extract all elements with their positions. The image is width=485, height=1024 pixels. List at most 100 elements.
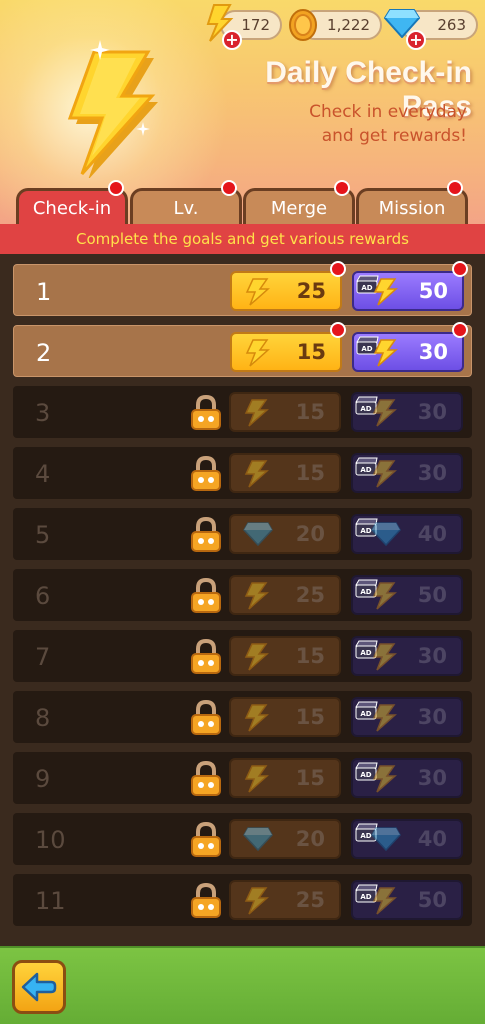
free-reward-button[interactable]: 20 bbox=[229, 819, 341, 859]
ad-reward-button[interactable]: AD 50 bbox=[352, 271, 464, 311]
reward-row[interactable]: 5 20 AD 40 bbox=[13, 508, 472, 560]
free-reward-button[interactable]: 15 bbox=[230, 332, 342, 372]
reward-row[interactable]: 7 15 AD 30 bbox=[13, 630, 472, 682]
notification-dot bbox=[108, 180, 124, 196]
ad-reward-button[interactable]: AD 30 bbox=[351, 392, 463, 432]
reward-row[interactable]: 10 20 AD 40 bbox=[13, 813, 472, 865]
back-button[interactable] bbox=[12, 960, 66, 1014]
lock-icon bbox=[191, 822, 221, 857]
day-number: 5 bbox=[35, 521, 51, 549]
bolt-icon bbox=[372, 582, 397, 610]
bolt-icon bbox=[244, 582, 269, 610]
day-number: 10 bbox=[35, 826, 66, 854]
page-subtitle: Check in everyday and get rewards! bbox=[207, 100, 467, 148]
bolt-icon bbox=[244, 887, 269, 915]
ad-reward-amount: 30 bbox=[417, 400, 447, 424]
reward-row[interactable]: 11 25 AD 50 bbox=[13, 874, 472, 926]
lock-icon bbox=[191, 883, 221, 918]
banner-text: Complete the goals and get various rewar… bbox=[76, 230, 409, 248]
free-reward-amount: 25 bbox=[296, 279, 326, 303]
tab-label: Lv. bbox=[173, 198, 199, 219]
ad-reward-amount: 50 bbox=[418, 279, 448, 303]
tab-label: Merge bbox=[270, 198, 328, 219]
ad-reward-button[interactable]: AD 40 bbox=[351, 514, 463, 554]
bolt-icon bbox=[373, 339, 398, 367]
day-number: 8 bbox=[35, 704, 51, 732]
day-number: 2 bbox=[36, 339, 52, 367]
ad-reward-amount: 30 bbox=[418, 340, 448, 364]
free-reward-button[interactable]: 15 bbox=[229, 636, 341, 676]
ad-reward-button[interactable]: AD 30 bbox=[351, 697, 463, 737]
ad-reward-amount: 30 bbox=[417, 461, 447, 485]
ad-reward-button[interactable]: AD 50 bbox=[351, 575, 463, 615]
gem-icon bbox=[371, 522, 401, 547]
day-number: 1 bbox=[36, 278, 52, 306]
free-reward-amount: 15 bbox=[295, 400, 325, 424]
free-reward-amount: 20 bbox=[295, 827, 325, 851]
reward-row[interactable]: 2 15 AD 30 bbox=[13, 322, 472, 377]
gems-value: 263 bbox=[437, 16, 466, 34]
free-reward-button[interactable]: 25 bbox=[229, 880, 341, 920]
bolt-icon bbox=[372, 765, 397, 793]
back-arrow-icon bbox=[21, 972, 57, 1002]
ad-reward-button[interactable]: AD 40 bbox=[351, 819, 463, 859]
free-reward-button[interactable]: 15 bbox=[229, 392, 341, 432]
free-reward-amount: 15 bbox=[295, 461, 325, 485]
claim-dot bbox=[330, 261, 346, 277]
free-reward-button[interactable]: 20 bbox=[229, 514, 341, 554]
bolt-icon bbox=[245, 278, 270, 306]
ad-reward-amount: 40 bbox=[417, 522, 447, 546]
reward-row[interactable]: 3 15 AD 30 bbox=[13, 386, 472, 438]
ad-reward-amount: 40 bbox=[417, 827, 447, 851]
free-reward-button[interactable]: 15 bbox=[229, 697, 341, 737]
reward-row[interactable]: 8 15 AD 30 bbox=[13, 691, 472, 743]
ad-reward-amount: 50 bbox=[417, 583, 447, 607]
lock-icon bbox=[191, 517, 221, 552]
reward-row[interactable]: 4 15 AD 30 bbox=[13, 447, 472, 499]
free-reward-amount: 25 bbox=[295, 583, 325, 607]
free-reward-amount: 20 bbox=[295, 522, 325, 546]
gem-icon bbox=[243, 522, 273, 547]
reward-row[interactable]: 6 25 AD 50 bbox=[13, 569, 472, 621]
add-energy-button[interactable]: + bbox=[222, 30, 242, 50]
day-number: 6 bbox=[35, 582, 51, 610]
ad-reward-button[interactable]: AD 30 bbox=[352, 332, 464, 372]
free-reward-amount: 15 bbox=[295, 766, 325, 790]
day-number: 3 bbox=[35, 399, 51, 427]
free-reward-button[interactable]: 15 bbox=[229, 453, 341, 493]
claim-dot bbox=[452, 261, 468, 277]
gem-icon bbox=[243, 827, 273, 852]
free-reward-button[interactable]: 15 bbox=[229, 758, 341, 798]
free-reward-amount: 25 bbox=[295, 888, 325, 912]
free-reward-amount: 15 bbox=[295, 705, 325, 729]
sparkle-icon bbox=[90, 40, 110, 60]
bolt-icon bbox=[244, 460, 269, 488]
reward-list[interactable]: 1 25 AD 50 2 15 AD 30 3 15 AD 30 4 15 AD 30 5 20 AD 40 6 25 AD… bbox=[0, 256, 485, 946]
ad-reward-button[interactable]: AD 30 bbox=[351, 758, 463, 798]
free-reward-button[interactable]: 25 bbox=[230, 271, 342, 311]
ad-reward-button[interactable]: AD 30 bbox=[351, 453, 463, 493]
header: 172 + 1,222 263 + Daily Check-in Pass Ch… bbox=[0, 0, 485, 228]
bolt-icon bbox=[372, 460, 397, 488]
bolt-icon bbox=[372, 643, 397, 671]
reward-row[interactable]: 9 15 AD 30 bbox=[13, 752, 472, 804]
footer-bar bbox=[0, 946, 485, 1024]
ad-reward-button[interactable]: AD 50 bbox=[351, 880, 463, 920]
day-number: 4 bbox=[35, 460, 51, 488]
add-gems-button[interactable]: + bbox=[406, 30, 426, 50]
free-reward-button[interactable]: 25 bbox=[229, 575, 341, 615]
gem-icon bbox=[371, 827, 401, 852]
subtitle-line-1: Check in everyday bbox=[309, 102, 467, 122]
day-number: 11 bbox=[35, 887, 66, 915]
notification-dot bbox=[447, 180, 463, 196]
free-reward-amount: 15 bbox=[296, 340, 326, 364]
ad-reward-amount: 50 bbox=[417, 888, 447, 912]
ad-reward-amount: 30 bbox=[417, 705, 447, 729]
bolt-icon bbox=[244, 643, 269, 671]
tab-label: Mission bbox=[378, 198, 446, 219]
ad-reward-button[interactable]: AD 30 bbox=[351, 636, 463, 676]
lock-icon bbox=[191, 578, 221, 613]
reward-row[interactable]: 1 25 AD 50 bbox=[13, 261, 472, 316]
bolt-icon bbox=[373, 278, 398, 306]
energy-value: 172 bbox=[241, 16, 270, 34]
